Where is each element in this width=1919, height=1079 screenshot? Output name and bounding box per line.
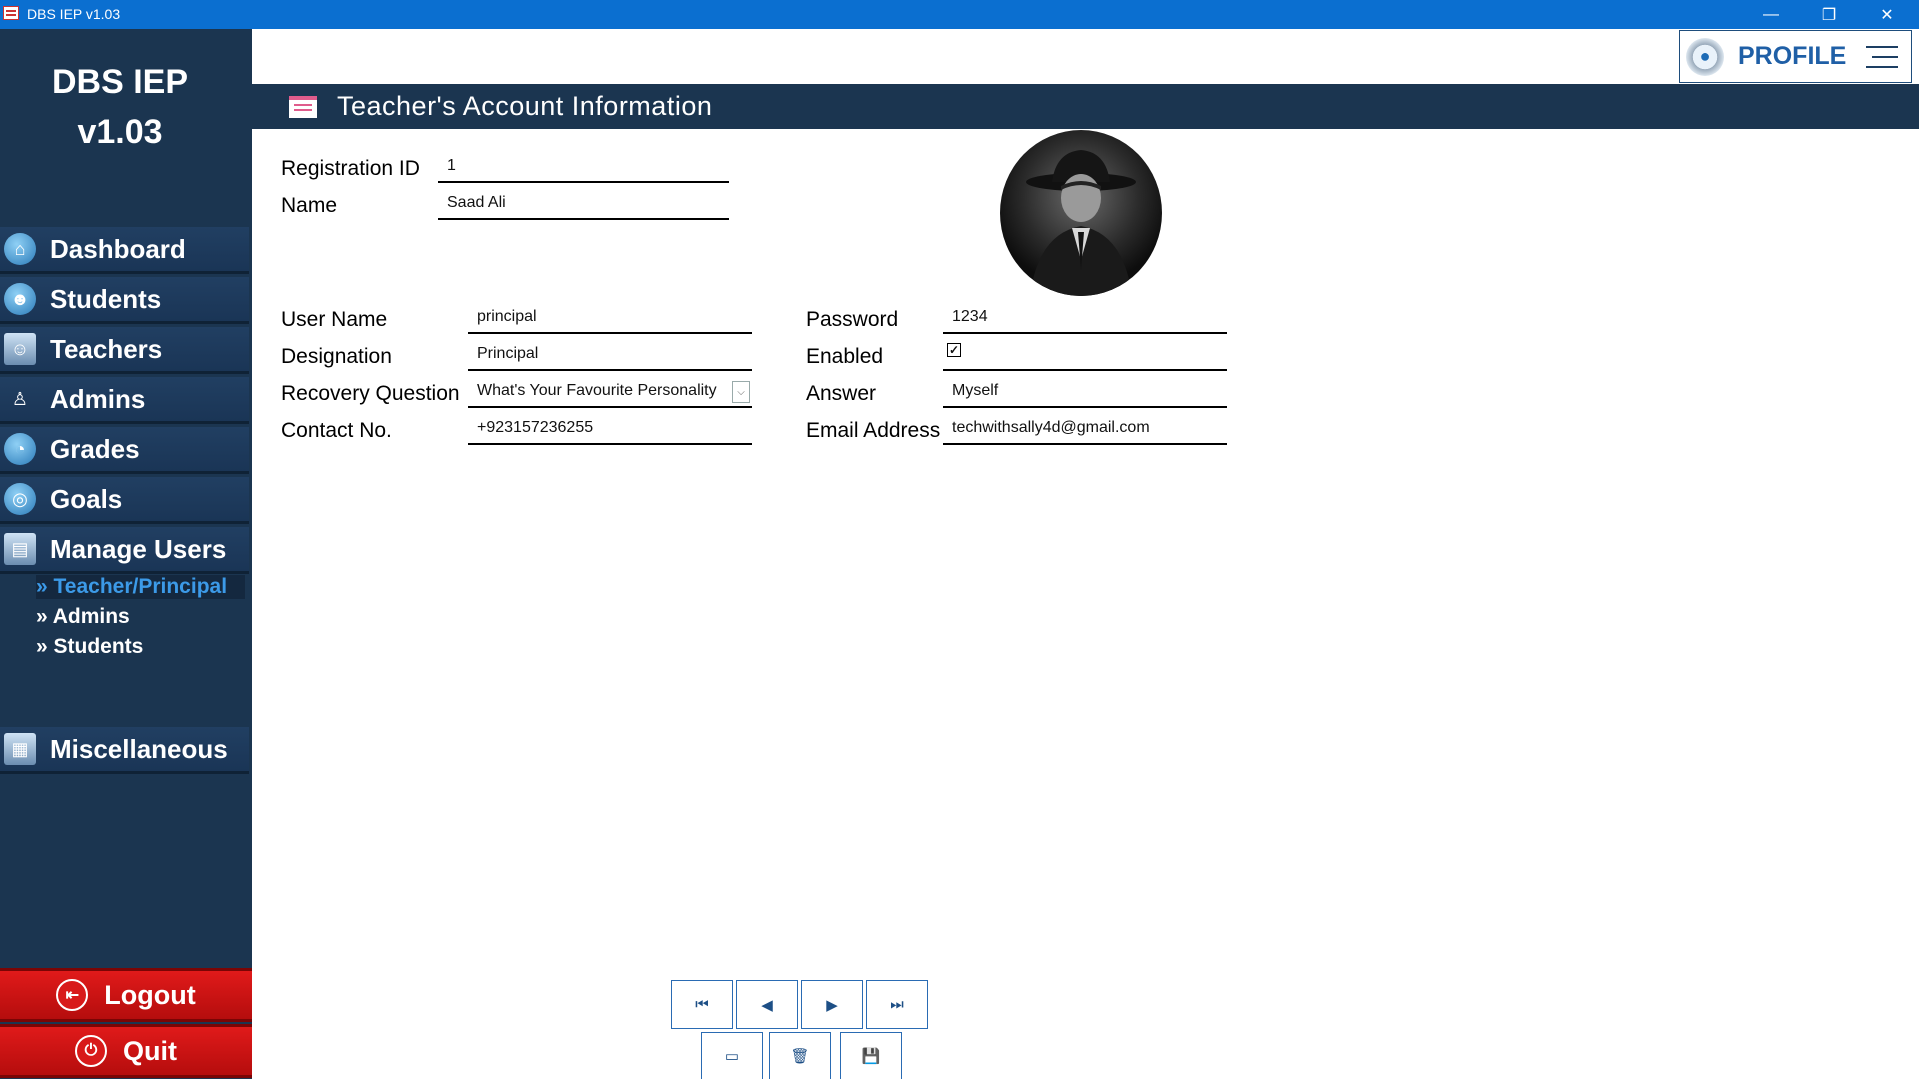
recovery-question-value: What's Your Favourite Personality [477,382,717,399]
first-record-button[interactable]: ⏮ [671,980,733,1029]
close-button[interactable]: ✕ [1858,0,1916,29]
manage-users-icon: ▤ [4,533,36,565]
sidebar-item-label: Teachers [50,333,163,364]
sidebar-item-label: Dashboard [50,233,186,264]
sidebar-item-label: Admins [50,383,146,414]
enabled-checkbox[interactable]: ✓ [947,343,961,357]
sidebar-item-dashboard[interactable]: ⌂ Dashboard [0,227,249,274]
brand: DBS IEP v1.03 [0,57,240,157]
designation-label: Designation [281,345,392,368]
window-titlebar: DBS IEP v1.03 — ❐ ✕ [0,0,1919,29]
menu-icon[interactable] [1866,45,1899,68]
person-silhouette-icon [1026,150,1136,296]
designation-field[interactable]: Principal [468,341,752,371]
sidebar-item-manage-users[interactable]: ▤ Manage Users [0,527,249,574]
logout-label: Logout [104,979,196,1010]
teacher-icon: ☺ [4,333,36,365]
name-field[interactable]: Saad Ali [438,190,729,220]
miscellaneous-icon: ▦ [4,733,36,765]
subitem-admins[interactable]: » Admins [36,605,130,629]
username-field[interactable]: principal [468,304,752,334]
triangle-left-icon: ◀ [761,996,773,1014]
registration-id-field[interactable]: 1 [438,153,729,183]
subitem-teacher-principal[interactable]: » Teacher/Principal [36,575,246,599]
window-title: DBS IEP v1.03 [27,6,121,22]
minimize-button[interactable]: — [1742,0,1800,29]
previous-record-button[interactable]: ◀ [736,980,798,1029]
home-icon: ⌂ [4,233,36,265]
quit-button[interactable]: ⏻ Quit [0,1024,252,1078]
folder-icon: ▭ [724,1048,740,1065]
profile-button[interactable]: ● PROFILE [1679,30,1912,83]
power-icon: ⏻ [75,1035,107,1067]
sidebar-item-label: Students [50,283,162,314]
brand-version: v1.03 [77,113,163,151]
admin-icon: ♙ [11,388,29,409]
delete-button[interactable]: 🗑 [769,1032,831,1079]
password-field[interactable]: 1234 [943,304,1227,334]
triangle-right-icon: ▶ [826,996,838,1014]
recovery-question-select[interactable]: What's Your Favourite Personality ⌵ [468,378,752,408]
form-icon [289,95,317,118]
save-button[interactable]: 💾 [840,1032,902,1079]
save-icon: 💾 [861,1048,881,1065]
last-record-button[interactable]: ⏭ [866,980,928,1029]
app-icon [3,6,19,20]
profile-photo[interactable] [1000,130,1162,296]
logout-icon: ⇤ [56,979,89,1011]
sidebar-item-admins[interactable]: ♙ Admins [0,377,249,424]
enabled-label: Enabled [806,345,884,368]
name-label: Name [281,194,338,217]
brand-title: DBS IEP [51,63,189,101]
sidebar-item-label: Grades [50,433,140,464]
quit-label: Quit [123,1035,177,1066]
skip-first-icon: ⏮ [695,996,709,1013]
contact-label: Contact No. [281,419,392,442]
sidebar-item-teachers[interactable]: ☺ Teachers [0,327,249,374]
profile-label: PROFILE [1738,42,1847,70]
subitem-students[interactable]: » Students [36,635,143,659]
open-button[interactable]: ▭ [701,1032,763,1079]
email-label: Email Address [806,419,941,442]
sidebar-item-label: Manage Users [50,533,227,564]
sidebar-item-goals[interactable]: ◎ Goals [0,477,249,524]
grades-icon: ◔ [4,433,36,465]
user-avatar-icon: ● [1686,37,1724,76]
trash-icon: 🗑 [790,1048,810,1065]
target-icon: ◎ [4,483,36,515]
sidebar-item-label: Miscellaneous [50,733,228,764]
registration-id-label: Registration ID [281,157,420,180]
password-label: Password [806,308,899,331]
sidebar: DBS IEP v1.03 ⌂ Dashboard ☻ Students ☺ T… [0,29,252,1079]
logout-button[interactable]: ⇤ Logout [0,968,252,1022]
sidebar-item-students[interactable]: ☻ Students [0,277,249,324]
answer-label: Answer [806,382,877,405]
username-label: User Name [281,308,388,331]
enabled-row: ✓ [943,341,1227,371]
contact-field[interactable]: +923157236255 [468,415,752,445]
section-title: Teacher's Account Information [337,91,713,121]
email-field[interactable]: techwithsally4d@gmail.com [943,415,1227,445]
students-icon: ☻ [4,283,36,315]
recovery-question-label: Recovery Question [281,382,460,405]
section-header: Teacher's Account Information [252,84,1919,129]
sidebar-item-label: Goals [50,483,123,514]
chevron-down-icon[interactable]: ⌵ [732,381,750,403]
next-record-button[interactable]: ▶ [801,980,863,1029]
answer-field[interactable]: Myself [943,378,1227,408]
restore-button[interactable]: ❐ [1800,0,1858,29]
skip-last-icon: ⏭ [890,996,904,1013]
sidebar-item-miscellaneous[interactable]: ▦ Miscellaneous [0,727,249,774]
sidebar-item-grades[interactable]: ◔ Grades [0,427,249,474]
